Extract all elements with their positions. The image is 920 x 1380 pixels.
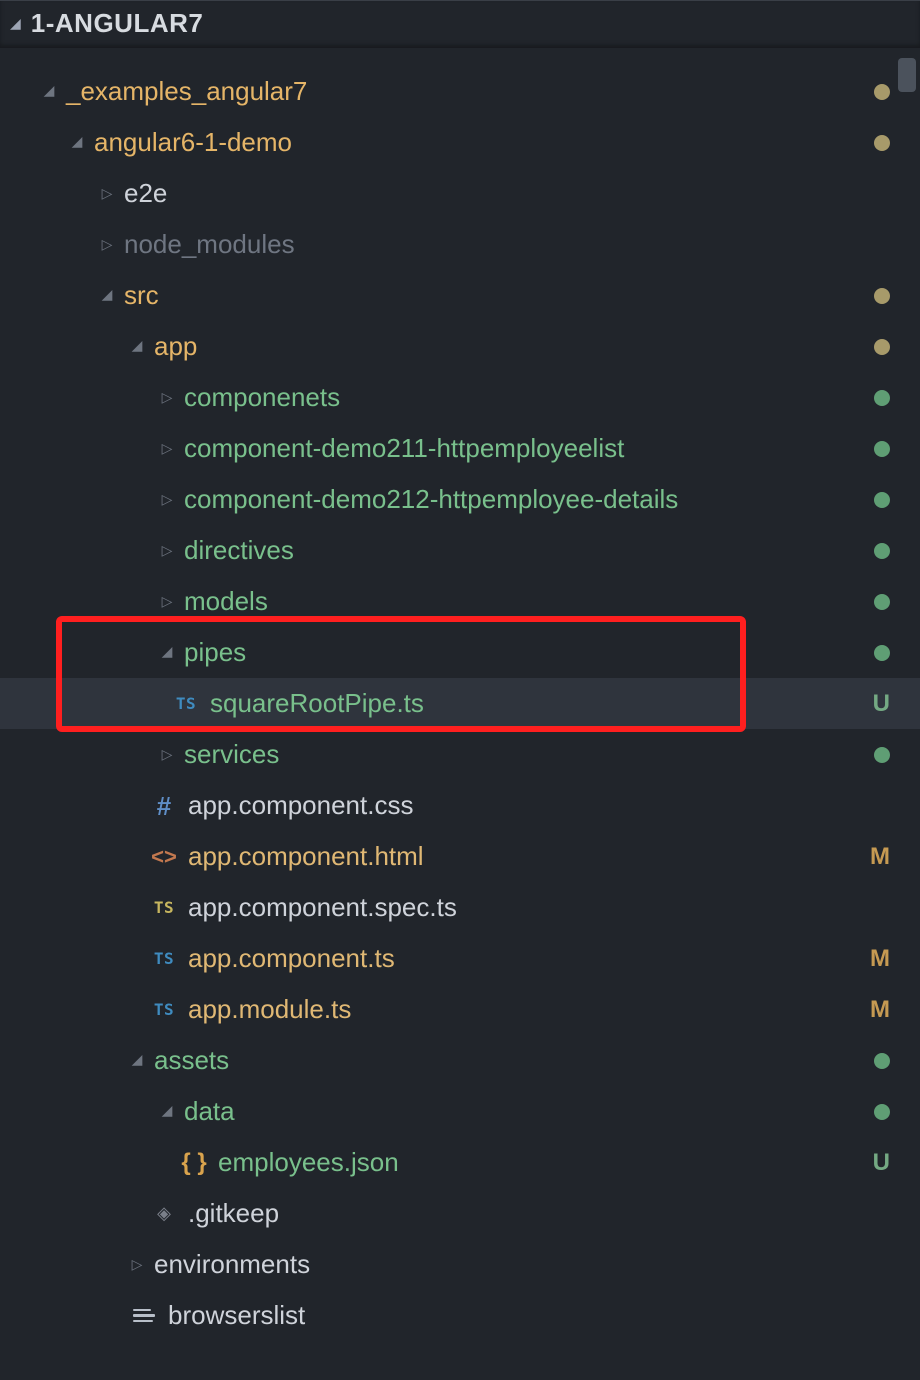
tree-item-label: component-demo211-httpemployeelist (184, 433, 624, 464)
tree-item-pipes[interactable]: ◢ pipes (0, 627, 920, 678)
tree-item-label: app.component.ts (188, 943, 395, 974)
chevron-down-icon[interactable]: ◢ (128, 1051, 146, 1068)
tree-item-component-demo212-httpemployee-details[interactable]: ▷ component-demo212-httpemployee-details (0, 474, 920, 525)
git-status-dot (874, 747, 890, 763)
tree-item-label: services (184, 739, 279, 770)
git-status-dot (874, 288, 890, 304)
tree-item-label: _examples_angular7 (66, 76, 307, 107)
tree-item-label: environments (154, 1249, 310, 1280)
css-icon: # (157, 793, 171, 819)
scrollbar-thumb[interactable] (898, 58, 916, 92)
explorer-header[interactable]: ◢ 1-ANGULAR7 (0, 0, 920, 48)
git-status-dot (874, 492, 890, 508)
tree-item-app[interactable]: ◢ app (0, 321, 920, 372)
chevron-right-icon[interactable]: ▷ (158, 491, 176, 508)
tree-item-label: node_modules (124, 229, 295, 260)
git-status-dot (874, 135, 890, 151)
chevron-down-icon[interactable]: ◢ (98, 286, 116, 303)
typescript-icon: TS (154, 1002, 174, 1018)
tree-item-label: browserslist (168, 1300, 305, 1331)
tree-item-label: employees.json (218, 1147, 399, 1178)
chevron-right-icon[interactable]: ▷ (158, 389, 176, 406)
chevron-right-icon[interactable]: ▷ (98, 236, 116, 253)
tree-item-services[interactable]: ▷ services (0, 729, 920, 780)
git-status-dot (874, 1053, 890, 1069)
typescript-icon: TS (154, 951, 174, 967)
tree-item-src[interactable]: ◢ src (0, 270, 920, 321)
tree-item--examples-angular7[interactable]: ◢ _examples_angular7 (0, 66, 920, 117)
git-status-letter: M (870, 843, 890, 871)
tree-item-label: models (184, 586, 268, 617)
chevron-right-icon[interactable]: ▷ (158, 440, 176, 457)
tree-item-component-demo211-httpemployeelist[interactable]: ▷ component-demo211-httpemployeelist (0, 423, 920, 474)
typescript-spec-icon: TS (154, 900, 174, 916)
file-tree: ◢_examples_angular7◢angular6-1-demo▷e2e▷… (0, 48, 920, 1341)
chevron-right-icon[interactable]: ▷ (128, 1256, 146, 1273)
git-status-letter: U (873, 690, 890, 718)
file-icon: ◈ (157, 1203, 171, 1224)
tree-item-app-component-css[interactable]: # app.component.css (0, 780, 920, 831)
chevron-right-icon[interactable]: ▷ (158, 746, 176, 763)
tree-item-label: componenets (184, 382, 340, 413)
tree-item-label: component-demo212-httpemployee-details (184, 484, 678, 515)
tree-item-e2e[interactable]: ▷ e2e (0, 168, 920, 219)
tree-item-directives[interactable]: ▷ directives (0, 525, 920, 576)
tree-item-label: .gitkeep (188, 1198, 279, 1229)
tree-item-app-component-html[interactable]: <> app.component.html M (0, 831, 920, 882)
typescript-icon: TS (176, 696, 196, 712)
html-icon: <> (151, 846, 177, 868)
tree-item-label: src (124, 280, 159, 311)
git-status-dot (874, 645, 890, 661)
git-status-dot (874, 390, 890, 406)
tree-item-app-module-ts[interactable]: TS app.module.ts M (0, 984, 920, 1035)
tree-item-node-modules[interactable]: ▷ node_modules (0, 219, 920, 270)
chevron-down-icon[interactable]: ◢ (40, 82, 58, 99)
git-status-letter: M (870, 945, 890, 973)
git-status-letter: U (873, 1149, 890, 1177)
tree-item-label: app.component.html (188, 841, 424, 872)
git-status-dot (874, 594, 890, 610)
tree-item-assets[interactable]: ◢ assets (0, 1035, 920, 1086)
git-status-dot (874, 441, 890, 457)
tree-item-label: data (184, 1096, 235, 1127)
tree-item-squarerootpipe-ts[interactable]: TS squareRootPipe.ts U (0, 678, 920, 729)
chevron-down-icon[interactable]: ◢ (158, 643, 176, 660)
tree-item-componenets[interactable]: ▷ componenets (0, 372, 920, 423)
git-status-dot (874, 339, 890, 355)
tree-item-label: assets (154, 1045, 229, 1076)
tree-item-models[interactable]: ▷ models (0, 576, 920, 627)
tree-item--gitkeep[interactable]: ◈ .gitkeep (0, 1188, 920, 1239)
tree-item-label: pipes (184, 637, 246, 668)
tree-item-app-component-ts[interactable]: TS app.component.ts M (0, 933, 920, 984)
git-status-dot (874, 84, 890, 100)
chevron-down-icon[interactable]: ◢ (128, 337, 146, 354)
chevron-right-icon[interactable]: ▷ (158, 593, 176, 610)
list-icon (133, 1309, 155, 1323)
chevron-down-icon: ◢ (10, 15, 21, 32)
tree-item-label: angular6-1-demo (94, 127, 292, 158)
tree-item-data[interactable]: ◢ data (0, 1086, 920, 1137)
git-status-dot (874, 1104, 890, 1120)
chevron-right-icon[interactable]: ▷ (98, 185, 116, 202)
chevron-right-icon[interactable]: ▷ (158, 542, 176, 559)
git-status-letter: M (870, 996, 890, 1024)
tree-item-label: app.component.spec.ts (188, 892, 457, 923)
tree-item-app-component-spec-ts[interactable]: TS app.component.spec.ts (0, 882, 920, 933)
chevron-down-icon[interactable]: ◢ (158, 1102, 176, 1119)
tree-item-label: app.component.css (188, 790, 413, 821)
tree-item-label: e2e (124, 178, 167, 209)
tree-item-label: squareRootPipe.ts (210, 688, 424, 719)
workspace-title: 1-ANGULAR7 (31, 8, 204, 39)
tree-item-angular6-1-demo[interactable]: ◢ angular6-1-demo (0, 117, 920, 168)
tree-item-employees-json[interactable]: { } employees.json U (0, 1137, 920, 1188)
tree-item-label: app (154, 331, 197, 362)
git-status-dot (874, 543, 890, 559)
tree-item-label: app.module.ts (188, 994, 351, 1025)
chevron-down-icon[interactable]: ◢ (68, 133, 86, 150)
tree-item-environments[interactable]: ▷ environments (0, 1239, 920, 1290)
json-icon: { } (181, 1151, 206, 1175)
tree-item-browserslist[interactable]: browserslist (0, 1290, 920, 1341)
tree-item-label: directives (184, 535, 294, 566)
